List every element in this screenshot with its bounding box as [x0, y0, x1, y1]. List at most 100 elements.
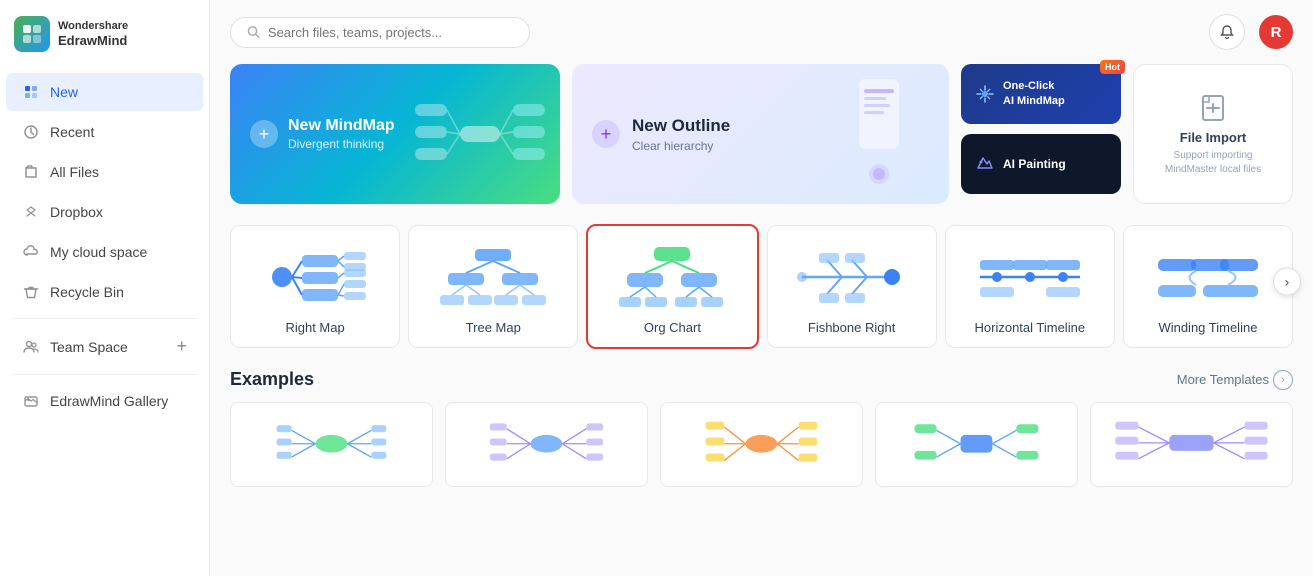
example-thumb-1: [241, 411, 422, 477]
sidebar-label-cloud: My cloud space: [50, 244, 147, 260]
org-chart-icon: [617, 242, 727, 312]
fishbone-icon: [797, 242, 907, 312]
new-icon: [22, 83, 40, 101]
gallery-label: EdrawMind Gallery: [50, 393, 168, 409]
h-timeline-label: Horizontal Timeline: [975, 320, 1086, 335]
sidebar: Wondershare EdrawMind New: [0, 0, 210, 576]
mindmap-illustration: [410, 74, 550, 194]
page-content: + New MindMap Divergent thinking: [210, 64, 1313, 507]
sidebar-label-recent: Recent: [50, 124, 94, 140]
sidebar-item-dropbox[interactable]: Dropbox: [6, 193, 203, 231]
gallery-icon: [22, 392, 40, 410]
ai-mindmap-icon: [975, 84, 995, 104]
more-templates-button[interactable]: More Templates ›: [1177, 370, 1293, 390]
org-chart-label: Org Chart: [644, 320, 701, 335]
outline-subtitle: Clear hierarchy: [632, 139, 730, 153]
file-import-icon: [1197, 92, 1229, 124]
search-input[interactable]: [268, 25, 513, 40]
hot-badge: Hot: [1100, 60, 1125, 74]
outline-illustration: [839, 74, 919, 194]
new-outline-card[interactable]: + New Outline Clear hierarchy: [572, 64, 949, 204]
template-fishbone[interactable]: Fishbone Right: [767, 225, 937, 348]
cloud-icon: [22, 243, 40, 261]
file-import-card[interactable]: File Import Support importing MindMaster…: [1133, 64, 1293, 204]
app-logo: [14, 16, 50, 52]
search-bar[interactable]: [230, 17, 530, 48]
sidebar-label-new: New: [50, 84, 78, 100]
outline-title: New Outline: [632, 116, 730, 136]
teamspace-add-button[interactable]: +: [176, 336, 187, 357]
mindmap-title: New MindMap: [288, 117, 395, 135]
files-icon: [22, 163, 40, 181]
example-card-2[interactable]: [445, 402, 648, 487]
mindmap-subtitle: Divergent thinking: [288, 137, 395, 151]
bell-icon: [1219, 24, 1235, 40]
ai-cards: Hot One-ClickAI MindMap AI Painting: [961, 64, 1121, 204]
teamspace-icon: [22, 338, 40, 356]
divider2: [12, 374, 197, 375]
fishbone-label: Fishbone Right: [808, 320, 895, 335]
dropbox-icon: [22, 203, 40, 221]
tree-map-icon: [438, 242, 548, 312]
ai-painting-label: AI Painting: [1003, 157, 1066, 171]
recent-icon: [22, 123, 40, 141]
example-card-1[interactable]: [230, 402, 433, 487]
template-org-chart[interactable]: Org Chart: [586, 224, 758, 349]
more-templates-arrow: ›: [1273, 370, 1293, 390]
ai-mindmap-card[interactable]: Hot One-ClickAI MindMap: [961, 64, 1121, 124]
example-card-4[interactable]: [875, 402, 1078, 487]
template-h-timeline[interactable]: Horizontal Timeline: [945, 225, 1115, 348]
mindmap-card-text: New MindMap Divergent thinking: [288, 117, 395, 151]
sidebar-item-allfiles[interactable]: All Files: [6, 153, 203, 191]
template-right-map[interactable]: Right Map: [230, 225, 400, 348]
sidebar-item-new[interactable]: New: [6, 73, 203, 111]
file-import-subtitle: Support importing MindMaster local files: [1148, 149, 1278, 177]
sidebar-label-dropbox: Dropbox: [50, 204, 103, 220]
scroll-right-button[interactable]: ›: [1273, 267, 1301, 295]
sidebar-item-teamspace[interactable]: Team Space +: [6, 326, 203, 367]
h-timeline-icon: [975, 242, 1085, 312]
right-map-icon: [260, 242, 370, 312]
ai-mindmap-label: One-ClickAI MindMap: [1003, 79, 1065, 110]
new-mindmap-card[interactable]: + New MindMap Divergent thinking: [230, 64, 560, 204]
examples-section-header: Examples More Templates ›: [230, 369, 1293, 390]
example-card-5[interactable]: [1090, 402, 1293, 487]
main-content: R + New MindMap Divergent thinking: [210, 0, 1313, 576]
examples-title: Examples: [230, 369, 314, 390]
example-thumb-5: [1101, 411, 1282, 477]
example-card-3[interactable]: [660, 402, 863, 487]
template-winding-timeline[interactable]: Winding Timeline: [1123, 225, 1293, 348]
winding-timeline-icon: [1153, 242, 1263, 312]
mindmap-plus-icon: +: [250, 120, 278, 148]
hero-row: + New MindMap Divergent thinking: [230, 64, 1293, 204]
outline-plus-icon: +: [592, 120, 620, 148]
ai-painting-card[interactable]: AI Painting: [961, 134, 1121, 194]
sidebar-item-cloud[interactable]: My cloud space: [6, 233, 203, 271]
teamspace-label: Team Space: [50, 339, 166, 355]
notification-button[interactable]: [1209, 14, 1245, 50]
sidebar-item-recent[interactable]: Recent: [6, 113, 203, 151]
outline-card-text: New Outline Clear hierarchy: [632, 116, 730, 153]
header-right: R: [1209, 14, 1293, 50]
template-tree-map[interactable]: Tree Map: [408, 225, 578, 348]
right-map-label: Right Map: [285, 320, 344, 335]
brand-name: Wondershare: [58, 20, 128, 33]
winding-timeline-label: Winding Timeline: [1158, 320, 1257, 335]
sidebar-label-allfiles: All Files: [50, 164, 99, 180]
divider: [12, 318, 197, 319]
example-thumb-2: [456, 411, 637, 477]
tree-map-label: Tree Map: [466, 320, 521, 335]
sidebar-item-recycle[interactable]: Recycle Bin: [6, 273, 203, 311]
logo-area[interactable]: Wondershare EdrawMind: [0, 0, 209, 68]
search-icon: [247, 25, 260, 39]
logo-text: Wondershare EdrawMind: [58, 20, 128, 48]
example-thumb-4: [886, 411, 1067, 477]
ai-painting-icon: [975, 154, 995, 174]
user-avatar[interactable]: R: [1259, 15, 1293, 49]
templates-row: Right Map: [230, 224, 1293, 349]
sidebar-item-gallery[interactable]: EdrawMind Gallery: [6, 382, 203, 420]
recycle-icon: [22, 283, 40, 301]
sidebar-nav: New Recent All Files: [0, 68, 209, 576]
example-thumb-3: [671, 411, 852, 477]
file-import-title: File Import: [1180, 130, 1246, 145]
